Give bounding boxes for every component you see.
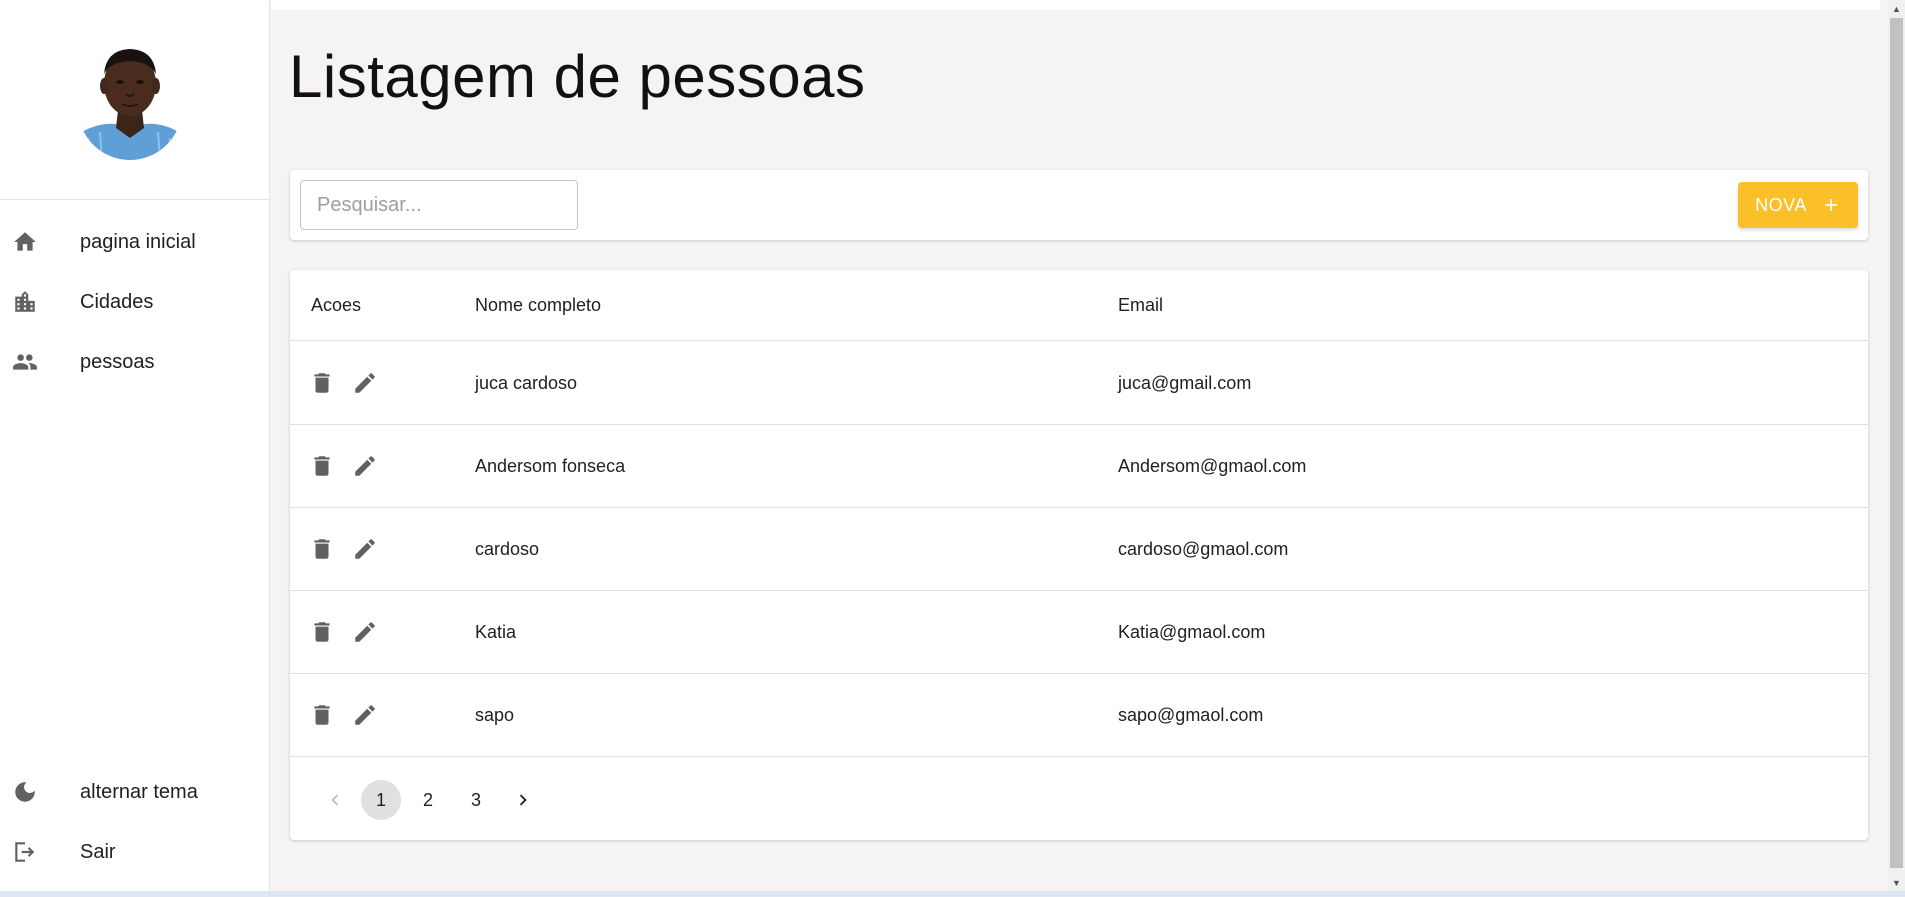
sidebar-item-label: pessoas (80, 350, 155, 373)
theme-toggle-button[interactable]: alternar tema (0, 764, 270, 820)
avatar-section (0, 0, 269, 200)
vertical-scrollbar[interactable]: ▲ ▼ (1888, 0, 1905, 891)
scroll-down-icon[interactable]: ▼ (1888, 874, 1905, 891)
column-header-nome: Nome completo (475, 295, 602, 315)
delete-button[interactable] (307, 617, 337, 647)
new-person-button[interactable]: NOVA (1738, 182, 1858, 228)
column-header-email: Email (1118, 295, 1164, 315)
edit-button[interactable] (350, 700, 380, 730)
pencil-icon (355, 456, 375, 476)
cell-email: cardoso@gmaol.com (1118, 539, 1289, 559)
cell-name: cardoso (475, 539, 540, 559)
edit-button[interactable] (350, 368, 380, 398)
table-row: Katia Katia@gmaol.com (290, 591, 1868, 674)
sidebar-item-pagina-inicial[interactable]: pagina inicial (0, 214, 270, 270)
delete-button[interactable] (307, 368, 337, 398)
trash-icon (314, 622, 330, 642)
scroll-thumb[interactable] (1890, 18, 1903, 868)
people-table: Acoes Nome completo Email juca cardoso j… (290, 270, 1868, 840)
scroll-up-icon[interactable]: ▲ (1888, 0, 1905, 17)
toolbar: NOVA (290, 170, 1868, 240)
moon-icon (12, 779, 38, 805)
cell-email: juca@gmail.com (1118, 373, 1252, 393)
logout-button[interactable]: Sair (0, 824, 270, 880)
previous-page-button[interactable] (315, 780, 355, 820)
cell-name: Andersom fonseca (475, 456, 626, 476)
people-icon (12, 349, 38, 375)
app-root: pagina inicial Cidades pessoas alternar … (0, 0, 1905, 897)
chevron-right-icon (519, 794, 527, 806)
column-header-acoes: Acoes (311, 295, 362, 315)
pencil-icon (355, 705, 375, 725)
table-row: Andersom fonseca Andersom@gmaol.com (290, 425, 1868, 508)
cell-name: sapo (475, 705, 515, 725)
sidebar-item-cidades[interactable]: Cidades (0, 274, 270, 330)
sidebar-item-pessoas[interactable]: pessoas (0, 334, 270, 390)
avatar (78, 38, 182, 160)
delete-button[interactable] (307, 451, 337, 481)
table-row: cardoso cardoso@gmaol.com (290, 508, 1868, 591)
cell-email: Katia@gmaol.com (1118, 622, 1266, 642)
top-strip (271, 0, 1880, 10)
city-icon (12, 289, 38, 315)
window-bottom-edge (0, 891, 1905, 897)
trash-icon (314, 539, 330, 559)
sidebar-item-label: pagina inicial (80, 230, 196, 253)
sidebar: pagina inicial Cidades pessoas alternar … (0, 0, 270, 891)
edit-button[interactable] (350, 451, 380, 481)
page-button-2[interactable]: 2 (408, 780, 448, 820)
delete-button[interactable] (307, 534, 337, 564)
pencil-icon (355, 373, 375, 393)
plus-icon (1825, 199, 1837, 211)
pencil-icon (355, 622, 375, 642)
pagination: 1 2 3 (290, 758, 1868, 840)
new-button-label: NOVA (1755, 194, 1807, 215)
cell-email: sapo@gmaol.com (1118, 705, 1264, 725)
table-row: juca cardoso juca@gmail.com (290, 342, 1868, 425)
cell-email: Andersom@gmaol.com (1118, 456, 1307, 476)
page-button-1[interactable]: 1 (361, 780, 401, 820)
home-icon (12, 229, 38, 255)
chevron-left-icon (331, 794, 339, 806)
table-row: sapo sapo@gmaol.com (290, 674, 1868, 757)
edit-button[interactable] (350, 617, 380, 647)
delete-button[interactable] (307, 700, 337, 730)
theme-toggle-label: alternar tema (80, 780, 198, 803)
logout-icon (12, 839, 38, 865)
trash-icon (314, 456, 330, 476)
trash-icon (314, 373, 330, 393)
next-page-button[interactable] (503, 780, 543, 820)
logout-label: Sair (80, 840, 116, 863)
cell-name: juca cardoso (475, 373, 578, 393)
cell-name: Katia (475, 622, 517, 642)
search-input[interactable] (300, 180, 578, 230)
page-title: Listagem de pessoas (289, 43, 866, 110)
table-header: Acoes Nome completo Email (290, 270, 1868, 341)
page-button-3[interactable]: 3 (456, 780, 496, 820)
sidebar-item-label: Cidades (80, 290, 154, 313)
pencil-icon (355, 539, 375, 559)
trash-icon (314, 705, 330, 725)
edit-button[interactable] (350, 534, 380, 564)
